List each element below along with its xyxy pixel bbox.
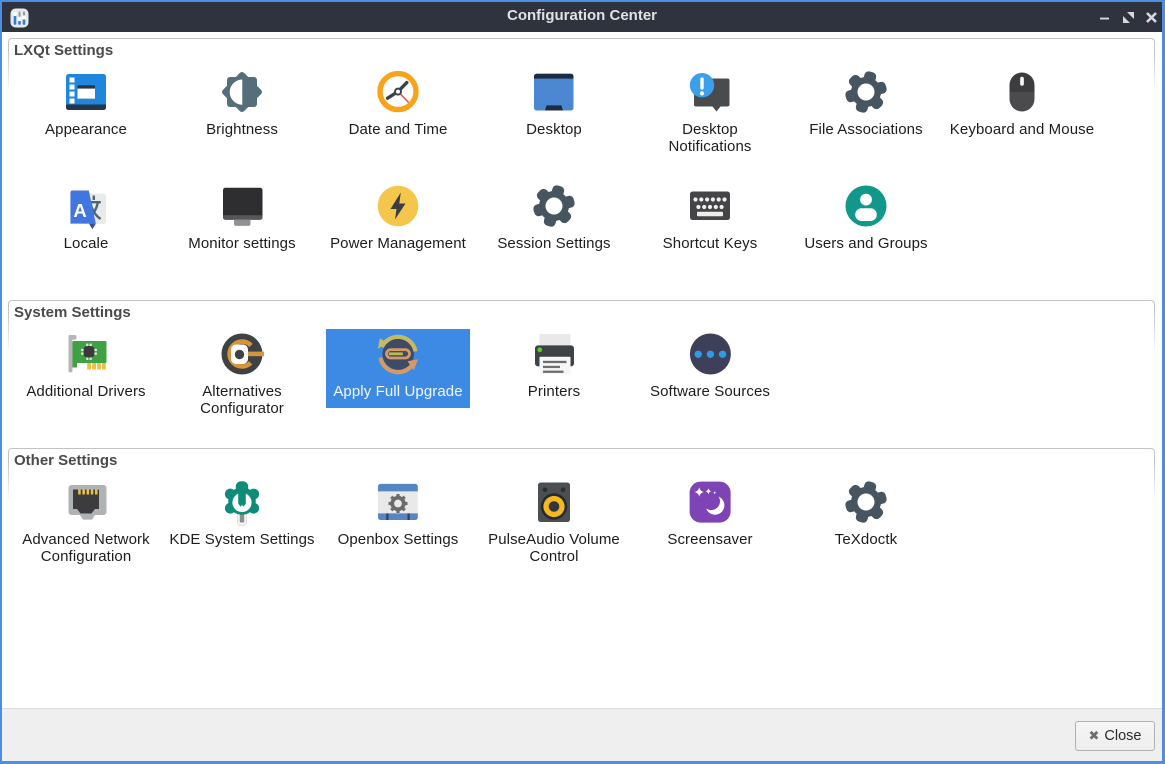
svg-text:A: A (73, 200, 86, 221)
